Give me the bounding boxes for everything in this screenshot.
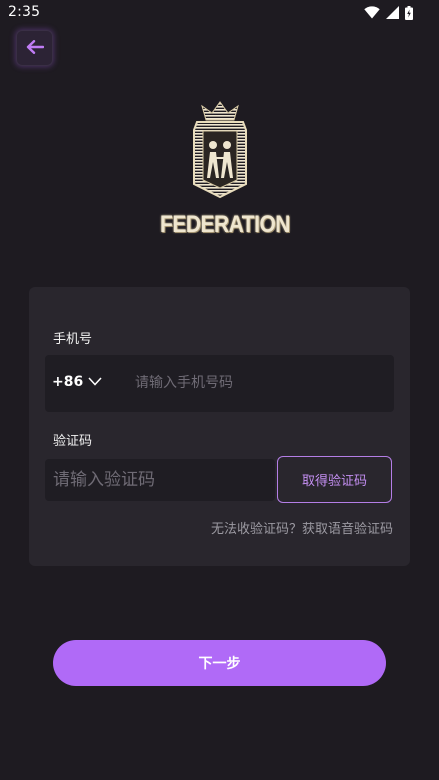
country-code-selector[interactable]: +86 <box>52 374 102 390</box>
cell-signal-icon <box>386 6 399 19</box>
phone-input[interactable] <box>125 363 407 403</box>
voice-code-link[interactable]: 无法收验证码？获取语音验证码 <box>211 518 393 537</box>
wifi-icon <box>364 6 380 19</box>
get-code-button[interactable]: 取得验证码 <box>277 456 392 503</box>
phone-input-row: +86 <box>45 355 407 412</box>
verification-code-input[interactable] <box>45 459 275 501</box>
login-screen: 2:35 FEDERATION 手机号 +86 请输入手机号码 验证码 请输入验… <box>0 0 439 780</box>
brand-wordmark: FEDERATION <box>160 211 290 238</box>
app-logo: FEDERATION <box>160 100 290 245</box>
phone-label: 手机号 <box>53 332 93 347</box>
back-button[interactable] <box>16 30 53 66</box>
login-form-card: 手机号 +86 验证码 取得验证码 无法收验证码？获取语音验证码 <box>29 287 410 566</box>
status-icons <box>364 5 413 20</box>
chevron-down-icon <box>88 374 102 390</box>
status-bar: 2:35 <box>0 0 439 26</box>
country-code-value: +86 <box>52 374 84 390</box>
arrow-left-icon <box>26 39 44 58</box>
next-button[interactable]: 下一步 <box>53 640 386 686</box>
battery-charging-icon <box>405 5 413 20</box>
status-time: 2:35 <box>8 4 41 20</box>
code-label: 验证码 <box>53 434 93 449</box>
